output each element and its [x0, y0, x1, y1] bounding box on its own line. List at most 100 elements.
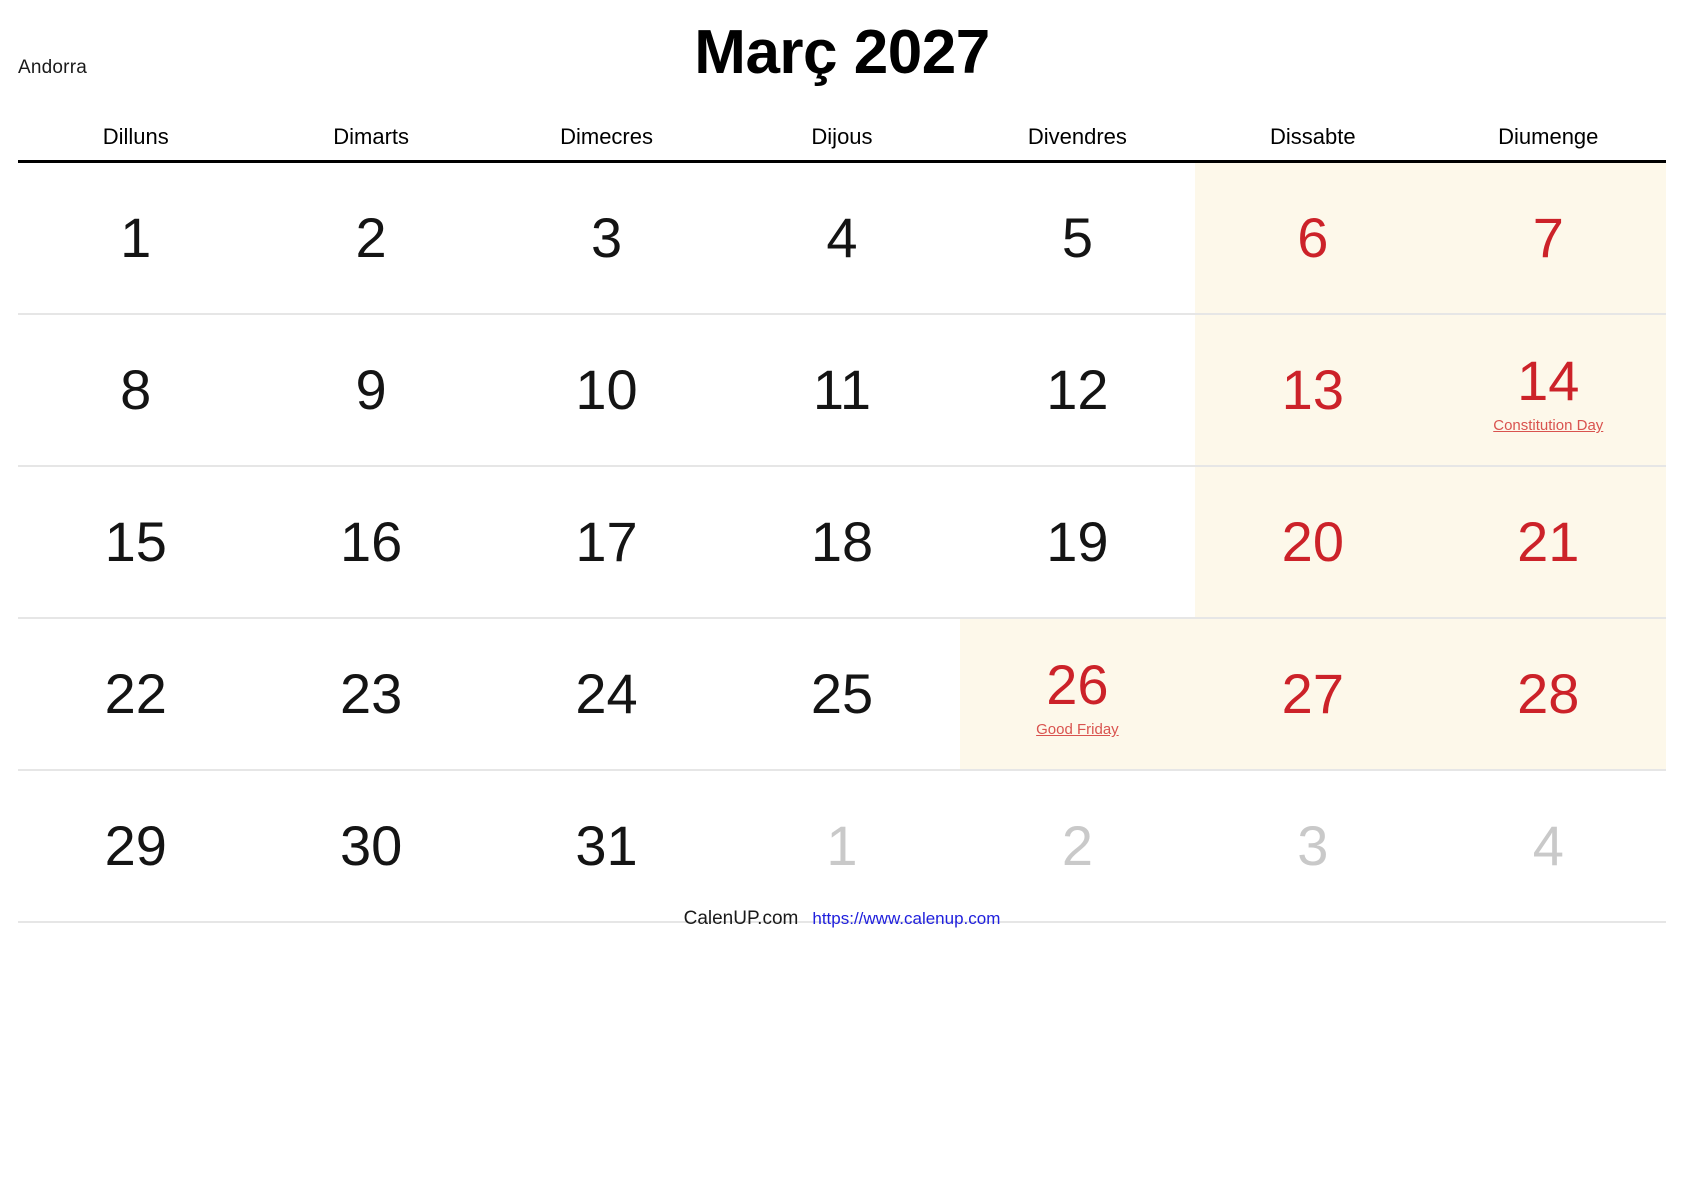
calendar-week-row: 15 16 17 18 19 20 21 [18, 466, 1666, 619]
calendar-day-cell[interactable]: 24 [488, 618, 725, 771]
holiday-label[interactable]: Good Friday [1036, 722, 1119, 739]
day-number: 15 [104, 510, 167, 573]
day-number: 24 [575, 662, 638, 725]
day-cell-content: 18 [724, 467, 959, 617]
footer-website-link[interactable]: https://www.calenup.com [812, 909, 1000, 928]
day-number: 22 [104, 662, 167, 725]
day-cell-content: 25 [724, 619, 959, 769]
day-cell-content: 31 [489, 771, 724, 921]
day-number: 27 [1281, 662, 1344, 725]
calendar-day-cell[interactable]: 9 [253, 314, 489, 467]
calendar-day-cell[interactable]: 21 [1430, 466, 1666, 619]
calendar-day-cell[interactable]: 23 [253, 618, 489, 771]
day-number: 13 [1281, 358, 1344, 421]
day-number: 1 [826, 814, 858, 877]
day-number: 17 [575, 510, 638, 573]
day-cell-content: 3 [489, 163, 724, 313]
day-number: 26 [1046, 653, 1109, 717]
calendar-day-cell[interactable]: 31 [488, 770, 725, 923]
calendar-day-cell[interactable]: 18 [724, 466, 960, 619]
day-cell-content: 1 [18, 163, 253, 313]
day-cell-content: 21 [1431, 467, 1666, 617]
calendar-day-cell[interactable]: 2 [253, 161, 489, 315]
day-cell-content: 6 [1195, 163, 1430, 313]
day-cell-content: 20 [1195, 467, 1430, 617]
weekday-header-dilluns: Dilluns [18, 118, 254, 163]
calendar-body: 1 2 3 4 5 6 7 8 9 10 11 12 13 14 Constitution Day 15 16 1… [18, 161, 1666, 923]
calendar-day-cell[interactable]: 30 [253, 770, 489, 923]
day-cell-content: 24 [489, 619, 724, 769]
page-title: Març 2027 [694, 18, 990, 87]
day-cell-content: 14 Constitution Day [1431, 315, 1666, 465]
day-cell-content: 13 [1195, 315, 1430, 465]
calendar-day-cell[interactable]: 15 [18, 466, 254, 619]
day-cell-content: 8 [18, 315, 253, 465]
calendar-day-cell[interactable]: 25 [724, 618, 960, 771]
calendar-day-cell[interactable]: 1 [724, 770, 960, 923]
day-number: 11 [812, 358, 872, 421]
calendar-day-cell[interactable]: 19 [959, 466, 1196, 619]
day-number: 29 [104, 814, 167, 877]
calendar-day-cell[interactable]: 5 [959, 161, 1196, 315]
weekday-header-dijous: Dijous [724, 118, 960, 163]
calendar-day-cell[interactable]: 28 [1430, 618, 1666, 771]
calendar-day-cell[interactable]: 2 [959, 770, 1196, 923]
footer-brand: CalenUP.com [683, 908, 799, 929]
day-cell-content: 2 [253, 163, 488, 313]
weekday-header-diumenge: Diumenge [1430, 118, 1666, 163]
calendar-day-cell[interactable]: 4 [1430, 770, 1666, 923]
calendar-day-cell[interactable]: 1 [18, 161, 254, 315]
day-cell-content: 22 [18, 619, 253, 769]
calendar-day-cell[interactable]: 3 [1195, 770, 1431, 923]
day-number: 19 [1046, 510, 1109, 573]
calendar-day-cell[interactable]: 8 [18, 314, 254, 467]
day-cell-content: 15 [18, 467, 253, 617]
calendar-day-cell[interactable]: 3 [488, 161, 725, 315]
calendar-day-cell[interactable]: 4 [724, 161, 960, 315]
day-number: 3 [1297, 814, 1329, 877]
calendar-day-cell[interactable]: 17 [488, 466, 725, 619]
day-number: 31 [575, 814, 638, 877]
calendar-day-cell[interactable]: 13 [1195, 314, 1431, 467]
calendar-day-cell[interactable]: 12 [959, 314, 1196, 467]
calendar-page: Andorra Març 2027 Dilluns Dimarts Dimecr… [0, 0, 1684, 1191]
calendar-day-cell[interactable]: 26 Good Friday [959, 618, 1196, 771]
calendar-day-cell[interactable]: 20 [1195, 466, 1431, 619]
day-cell-content: 12 [960, 315, 1195, 465]
day-cell-content: 28 [1431, 619, 1666, 769]
calendar-week-row: 29 30 31 1 2 3 4 [18, 770, 1666, 923]
calendar-day-cell[interactable]: 27 [1195, 618, 1431, 771]
day-cell-content: 23 [253, 619, 488, 769]
day-number: 1 [120, 206, 152, 269]
calendar-day-cell[interactable]: 29 [18, 770, 254, 923]
day-number: 16 [339, 510, 403, 573]
day-number: 4 [826, 206, 858, 269]
day-cell-content: 3 [1195, 771, 1430, 921]
day-cell-content: 4 [724, 163, 959, 313]
day-number: 6 [1297, 206, 1329, 269]
day-number: 2 [355, 206, 387, 269]
calendar-day-cell[interactable]: 16 [253, 466, 489, 619]
weekday-header-divendres: Divendres [959, 118, 1196, 163]
day-cell-content: 9 [253, 315, 488, 465]
day-cell-content: 27 [1195, 619, 1430, 769]
day-number: 28 [1517, 662, 1580, 725]
weekday-header-dimarts: Dimarts [253, 118, 489, 163]
calendar-day-cell[interactable]: 10 [488, 314, 725, 467]
calendar-day-cell[interactable]: 14 Constitution Day [1430, 314, 1666, 467]
holiday-label[interactable]: Constitution Day [1493, 418, 1603, 435]
day-number: 18 [810, 510, 874, 573]
weekday-header-dissabte: Dissabte [1195, 118, 1431, 163]
day-number: 2 [1061, 814, 1093, 877]
day-number: 30 [339, 814, 403, 877]
calendar-day-cell[interactable]: 7 [1430, 161, 1666, 315]
day-number: 4 [1532, 814, 1564, 877]
day-number: 10 [575, 358, 638, 421]
calendar-day-cell[interactable]: 22 [18, 618, 254, 771]
day-cell-content: 1 [724, 771, 959, 921]
day-number: 14 [1517, 349, 1580, 413]
calendar-day-cell[interactable]: 11 [724, 314, 960, 467]
day-number: 8 [120, 358, 152, 421]
calendar-day-cell[interactable]: 6 [1195, 161, 1431, 315]
day-cell-content: 7 [1431, 163, 1666, 313]
